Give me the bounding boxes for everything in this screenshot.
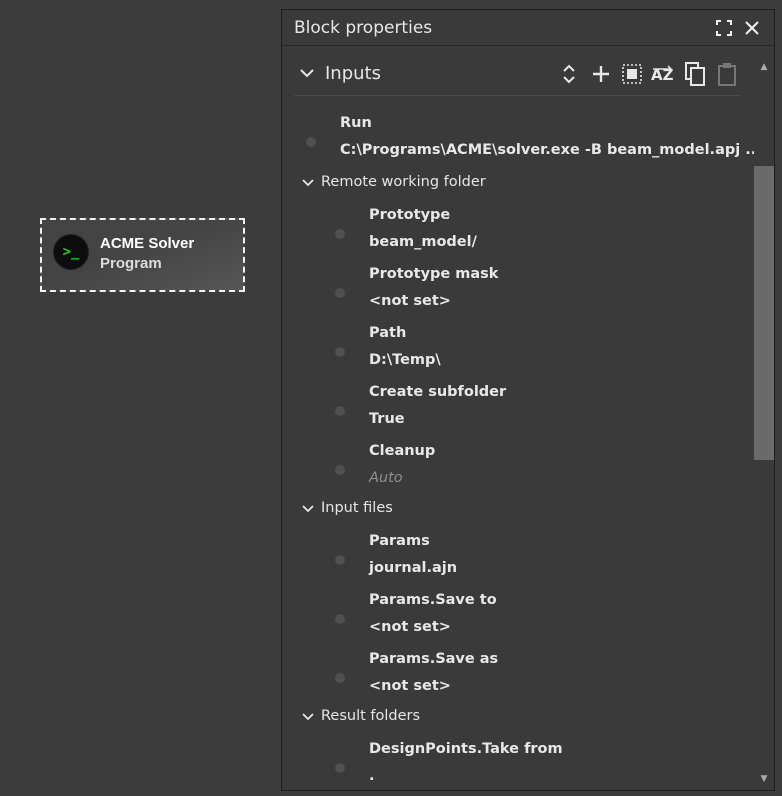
property-name: Cleanup	[369, 443, 436, 459]
property-dot	[335, 555, 345, 565]
property-dot	[335, 347, 345, 357]
property-value: Auto	[369, 470, 403, 486]
panel-title: Block properties	[294, 18, 433, 38]
property-value: C:\Programs\ACME\solver.exe -B beam_mode…	[340, 142, 762, 158]
property-name: Params	[369, 533, 430, 549]
chevron-down-icon[interactable]	[301, 176, 315, 190]
select-all-icon[interactable]	[619, 61, 645, 87]
property-name: Params.Save to	[369, 592, 497, 608]
property-value: beam_model/	[369, 234, 477, 250]
property-value: <not set>	[369, 678, 451, 694]
scrollbar-thumb[interactable]	[754, 166, 774, 460]
terminal-icon: >_	[53, 234, 89, 270]
group-label: Result folders	[321, 708, 421, 724]
close-icon[interactable]	[741, 17, 763, 39]
property-dot	[335, 288, 345, 298]
block-properties-panel: Block properties Inputs AZ Run C:\Progra…	[281, 9, 775, 791]
paste-icon	[714, 61, 740, 87]
block-type: Program	[100, 255, 162, 272]
property-value: .	[369, 768, 375, 784]
property-dot	[335, 763, 345, 773]
property-dot	[306, 137, 316, 147]
property-value: True	[369, 411, 405, 427]
property-name: Path	[369, 325, 407, 341]
property-dot	[335, 229, 345, 239]
property-name: Params.Save as	[369, 651, 499, 667]
scroll-up-icon[interactable]: ▲	[759, 62, 769, 72]
group-label: Input files	[321, 500, 393, 516]
chevron-down-icon[interactable]	[301, 502, 315, 516]
property-value: D:\Temp\	[369, 352, 441, 368]
sort-az-icon[interactable]: AZ	[650, 61, 676, 87]
group-label: Remote working folder	[321, 174, 486, 190]
panel-scrollbar[interactable]: ▲ ▼	[754, 56, 774, 790]
inputs-section-header[interactable]: Inputs AZ	[294, 56, 741, 96]
expand-icon[interactable]	[713, 17, 735, 39]
property-name: Prototype mask	[369, 266, 499, 282]
add-icon[interactable]	[588, 61, 614, 87]
property-name: DesignPoints.Take from	[369, 741, 563, 757]
property-dot	[335, 673, 345, 683]
panel-header: Block properties	[282, 10, 774, 46]
section-label: Inputs	[325, 63, 381, 84]
chevron-down-icon[interactable]	[301, 710, 315, 724]
property-dot	[335, 406, 345, 416]
property-dot	[335, 465, 345, 475]
program-block[interactable]: >_ ACME Solver Program	[40, 218, 245, 292]
property-name: Prototype	[369, 207, 451, 223]
block-title: ACME Solver	[100, 235, 195, 252]
property-value: journal.ajn	[369, 560, 458, 576]
scroll-down-icon[interactable]: ▼	[759, 774, 769, 784]
property-name: Create subfolder	[369, 384, 507, 400]
property-name: Run	[340, 115, 372, 131]
copy-icon[interactable]	[682, 61, 708, 87]
sort-updown-icon[interactable]	[556, 61, 582, 87]
property-value: <not set>	[369, 619, 451, 635]
property-dot	[335, 614, 345, 624]
property-value: <not set>	[369, 293, 451, 309]
chevron-down-icon[interactable]	[298, 64, 316, 82]
